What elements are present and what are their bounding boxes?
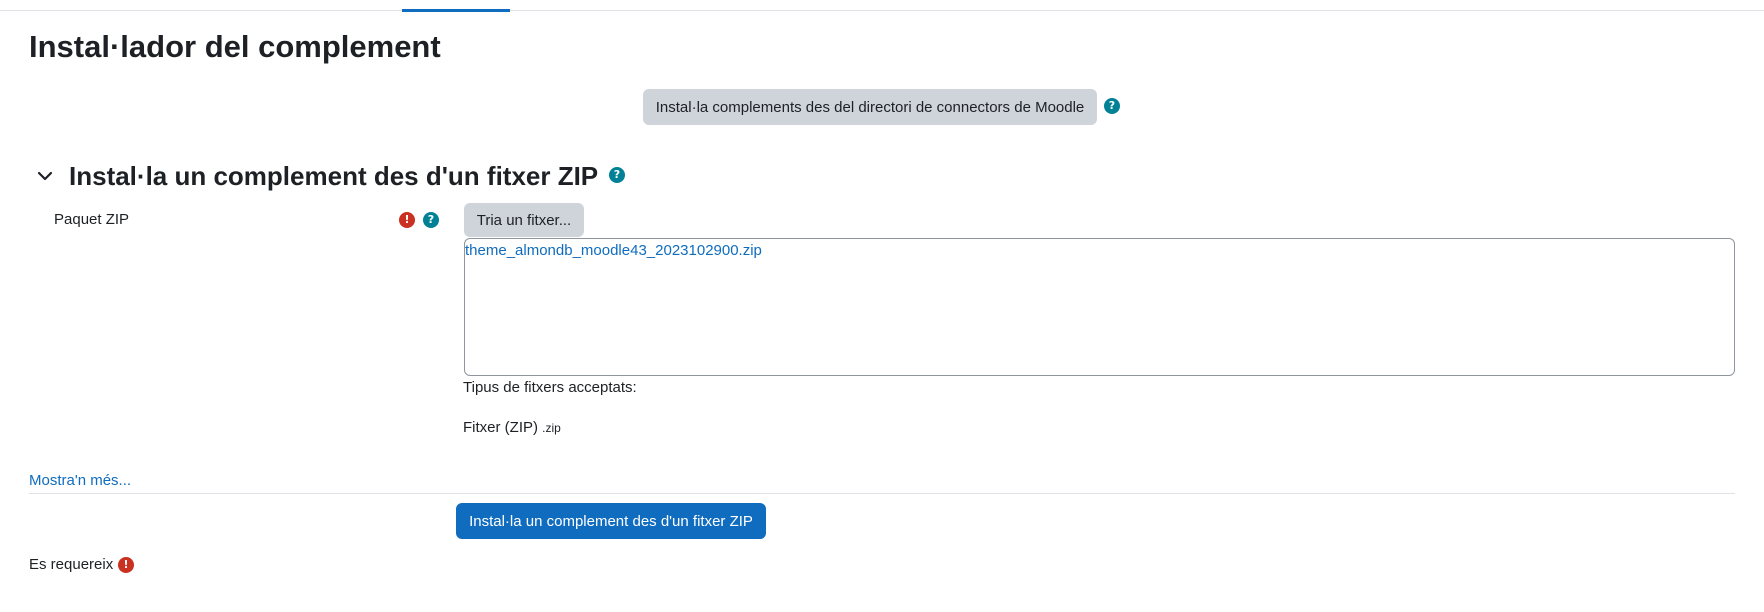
accepted-type-extension: .zip	[542, 421, 561, 435]
zip-package-label: Paquet ZIP	[54, 211, 130, 228]
file-drop-area[interactable]: theme_almondb_moodle43_2023102900.zip	[464, 238, 1735, 376]
active-tab-indicator	[402, 9, 510, 12]
chevron-down-icon[interactable]	[36, 167, 54, 185]
help-icon[interactable]: ?	[1104, 98, 1120, 114]
accepted-type-name: Fitxer (ZIP)	[463, 419, 538, 436]
accepted-type-item: Fitxer (ZIP) .zip	[463, 418, 561, 438]
selected-file-link[interactable]: theme_almondb_moodle43_2023102900.zip	[465, 241, 762, 261]
top-nav-border	[0, 10, 1764, 11]
accepted-types-label: Tipus de fitxers acceptats:	[463, 379, 637, 396]
page-title: Instal·lador del complement	[29, 29, 441, 64]
show-more-link[interactable]: Mostra'n més...	[29, 471, 131, 491]
help-icon[interactable]: ?	[609, 167, 625, 183]
required-note-text: Es requereix	[29, 556, 114, 573]
section-title: Instal·la un complement des d'un fitxer …	[69, 161, 599, 191]
required-icon: !	[399, 212, 415, 228]
install-zip-submit-button[interactable]: Instal·la un complement des d'un fitxer …	[456, 503, 766, 539]
choose-file-button[interactable]: Tria un fitxer...	[464, 203, 584, 237]
help-icon[interactable]: ?	[423, 212, 439, 228]
divider	[29, 493, 1735, 494]
install-from-directory-button[interactable]: Instal·la complements des del directori …	[643, 89, 1097, 125]
required-note: Es requereix	[29, 555, 113, 575]
required-icon: !	[118, 557, 134, 573]
